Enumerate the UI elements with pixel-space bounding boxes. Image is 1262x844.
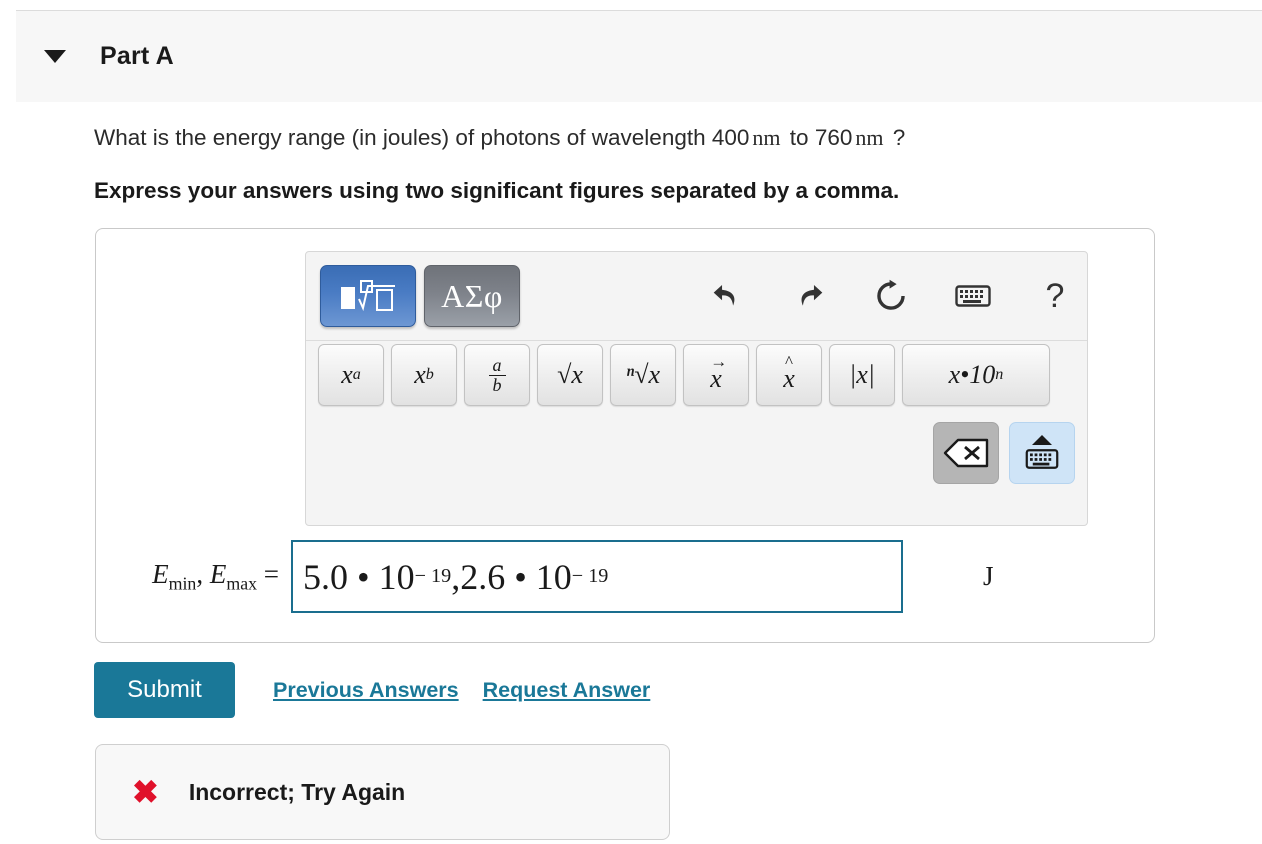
superscript-base: x xyxy=(341,360,353,389)
answer-mantissa-1: 5.0 • 10 xyxy=(303,556,415,597)
fraction-numerator: a xyxy=(488,355,506,376)
previous-answers-link[interactable]: Previous Answers xyxy=(273,678,459,703)
answer-label-e-min: E xyxy=(152,558,169,589)
math-template-button[interactable] xyxy=(320,265,416,327)
scientific-exp: n xyxy=(995,366,1004,383)
vector-arrow-icon: → xyxy=(710,352,728,371)
question-text-after: ? xyxy=(892,125,906,150)
fraction-glyph: a b xyxy=(488,355,506,395)
submit-button[interactable]: Submit xyxy=(94,662,235,718)
question-text: What is the energy range (in joules) of … xyxy=(94,125,905,151)
answer-entry-row: Emin, Emax = 5.0 • 10− 19, 2.6 • 10− 19 J xyxy=(96,539,1154,614)
answer-label-min: min xyxy=(168,573,197,594)
answer-exponent-1: − 19 xyxy=(414,565,452,587)
question-text-middle: to 760 xyxy=(789,125,853,150)
answer-input[interactable]: 5.0 • 10− 19, 2.6 • 10− 19 xyxy=(291,540,903,613)
scientific-notation-button[interactable]: x•10 n xyxy=(902,344,1050,406)
keyboard-icon xyxy=(1025,449,1059,469)
question-unit-1: nm xyxy=(752,125,781,150)
subscript-index: b xyxy=(425,366,434,383)
scientific-base: x•10 xyxy=(948,360,996,389)
math-toolbar: ΑΣφ ? x a x b a b √x ⁿ√x → x ^ x |x| x•1… xyxy=(305,251,1088,526)
answer-panel: ΑΣφ ? x a x b a b √x ⁿ√x → x ^ x |x| x•1… xyxy=(95,228,1155,643)
backspace-icon xyxy=(943,438,989,468)
answer-mantissa-2: 2.6 • 10 xyxy=(460,556,572,597)
help-icon[interactable]: ? xyxy=(1034,275,1076,317)
square-root-button[interactable]: √x xyxy=(537,344,603,406)
toolbar-utility-row xyxy=(933,422,1075,484)
action-row: Submit Previous Answers Request Answer xyxy=(94,662,650,718)
fraction-denominator: b xyxy=(492,374,502,395)
hat-glyph: ^ x xyxy=(783,352,795,394)
answer-label: Emin, Emax = xyxy=(152,558,279,594)
keyboard-glyph xyxy=(955,285,991,307)
feedback-message: Incorrect; Try Again xyxy=(188,778,406,805)
part-title: Part A xyxy=(100,42,174,70)
question-instruction: Express your answers using two significa… xyxy=(94,178,900,203)
superscript-exp: a xyxy=(352,366,361,383)
undo-icon[interactable] xyxy=(706,275,748,317)
part-header-inner: Part A xyxy=(16,11,1262,102)
part-header[interactable]: Part A xyxy=(16,10,1262,102)
hat-caret-icon: ^ xyxy=(785,352,793,371)
reset-icon[interactable] xyxy=(870,275,912,317)
symbol-button-row: xa xb a b √x ⁿ√x → x ^ x |x| x•10 n xyxy=(318,344,1050,406)
math-template-icon xyxy=(341,280,395,312)
toolbar-icon-group: ? xyxy=(706,252,1076,340)
subscript-base: x xyxy=(414,360,426,389)
undo-glyph xyxy=(713,284,735,306)
absolute-value-button[interactable]: |x| xyxy=(829,344,895,406)
x-mark-icon: ✖ xyxy=(132,774,159,810)
question-text-before: What is the energy range (in joules) of … xyxy=(94,125,750,150)
answer-unit: J xyxy=(983,561,994,591)
hide-keyboard-button[interactable] xyxy=(1009,422,1075,484)
answer-label-max: max xyxy=(226,573,258,594)
nth-root-button[interactable]: ⁿ√x xyxy=(610,344,676,406)
redo-glyph xyxy=(801,284,823,306)
answer-separator: , xyxy=(451,556,461,597)
caret-up-icon xyxy=(1032,435,1052,445)
greek-symbols-label: ΑΣφ xyxy=(441,277,503,314)
hide-keyboard-stack xyxy=(1023,435,1061,471)
question-unit-2: nm xyxy=(855,125,884,150)
caret-down-icon[interactable] xyxy=(44,50,66,63)
request-answer-link[interactable]: Request Answer xyxy=(483,678,651,703)
fraction-button[interactable]: a b xyxy=(464,344,530,406)
keyboard-icon[interactable] xyxy=(952,275,994,317)
greek-symbols-button[interactable]: ΑΣφ xyxy=(424,265,520,327)
reset-glyph xyxy=(877,279,905,310)
answer-label-e-max: E xyxy=(209,558,227,589)
vector-button[interactable]: → x xyxy=(683,344,749,406)
feedback-box: ✖ Incorrect; Try Again xyxy=(95,744,670,840)
redo-icon[interactable] xyxy=(788,275,830,317)
answer-exponent-2: − 19 xyxy=(571,565,609,587)
backspace-button[interactable] xyxy=(933,422,999,484)
vector-glyph: → x xyxy=(710,352,727,394)
superscript-button[interactable]: xa xyxy=(318,344,384,406)
subscript-button[interactable]: xb xyxy=(391,344,457,406)
hat-button[interactable]: ^ x xyxy=(756,344,822,406)
toolbar-top-row: ΑΣφ ? xyxy=(306,252,1087,341)
